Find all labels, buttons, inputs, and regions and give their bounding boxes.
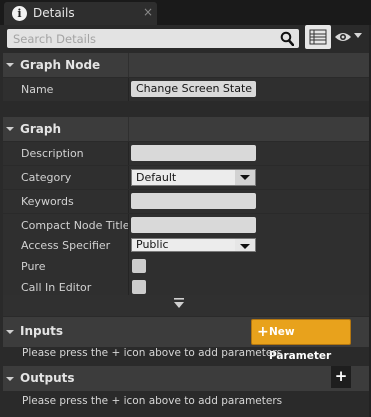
add-output-button[interactable]: + [331, 366, 351, 388]
section-title: Outputs [20, 371, 75, 385]
view-options-button[interactable] [305, 25, 331, 49]
section-graph-node[interactable]: Graph Node [3, 53, 371, 77]
property-row-keywords: Keywords [3, 190, 371, 213]
chevron-down-icon[interactable] [354, 33, 362, 38]
compact-node-title-field[interactable] [131, 217, 256, 233]
tab-details[interactable]: i Details × [4, 2, 157, 25]
column-divider [128, 78, 129, 101]
collapse-arrow-icon[interactable] [6, 63, 14, 67]
expand-advanced-icon[interactable] [172, 298, 186, 310]
category-value: Default [136, 171, 177, 184]
name-field[interactable]: Change Screen State [131, 81, 256, 97]
property-row-category: Category Default [3, 166, 371, 189]
collapse-arrow-icon[interactable] [6, 330, 14, 334]
keywords-field[interactable] [131, 193, 256, 209]
dropdown-arrow-icon[interactable] [235, 239, 255, 251]
category-combo[interactable]: Default [131, 169, 256, 186]
search-icon[interactable] [280, 31, 294, 46]
close-icon[interactable]: × [143, 5, 153, 19]
details-panel: Graph Node Name Change Screen State Grap… [0, 25, 371, 417]
list-view-icon [309, 29, 327, 45]
column-divider [128, 142, 129, 165]
section-outputs[interactable]: Outputs + [3, 366, 371, 391]
property-label: Pure [21, 260, 46, 273]
property-label: Keywords [21, 195, 74, 208]
property-row-access-specifier: Access Specifier Public [3, 234, 371, 257]
column-divider [128, 255, 129, 278]
property-row-pure: Pure [3, 255, 371, 278]
collapse-arrow-icon[interactable] [6, 377, 14, 381]
description-field[interactable] [131, 145, 256, 161]
access-specifier-value: Public [136, 238, 169, 251]
section-title: Graph Node [20, 58, 101, 72]
column-divider [128, 117, 129, 141]
column-divider [128, 166, 129, 189]
eye-icon[interactable] [334, 31, 352, 43]
pure-checkbox[interactable] [132, 259, 146, 273]
tab-label: Details [33, 6, 75, 20]
new-parameter-button[interactable]: + New Parameter [251, 319, 351, 362]
tab-strip: i Details × [0, 0, 371, 25]
plus-icon: + [257, 324, 269, 340]
section-title: Inputs [20, 324, 64, 338]
property-row-description: Description [3, 142, 371, 165]
property-label: Category [21, 171, 72, 184]
column-divider [128, 53, 129, 77]
section-inputs[interactable]: Inputs + New Parameter [3, 317, 371, 362]
search-box [7, 29, 299, 48]
advanced-expander[interactable] [3, 295, 371, 316]
property-label: Compact Node Title [21, 219, 130, 232]
outputs-empty-message: Please press the + icon above to add par… [22, 395, 283, 407]
info-icon: i [12, 6, 27, 21]
column-divider [128, 234, 129, 257]
column-divider [128, 277, 129, 297]
inputs-empty-message: Please press the + icon above to add par… [22, 347, 283, 359]
property-label: Name [21, 83, 54, 96]
dropdown-arrow-icon[interactable] [235, 170, 255, 185]
access-specifier-combo[interactable]: Public [131, 238, 256, 252]
property-label: Access Specifier [21, 239, 111, 252]
collapse-arrow-icon[interactable] [6, 127, 14, 131]
call-in-editor-checkbox[interactable] [132, 280, 146, 294]
property-label: Call In Editor [21, 281, 92, 294]
search-input[interactable] [7, 29, 275, 48]
property-row-call-in-editor: Call In Editor [3, 277, 371, 297]
section-title: Graph [20, 122, 61, 136]
section-graph[interactable]: Graph [3, 117, 371, 141]
column-divider [128, 190, 129, 213]
property-row-name: Name Change Screen State [3, 78, 371, 101]
property-label: Description [21, 147, 84, 160]
